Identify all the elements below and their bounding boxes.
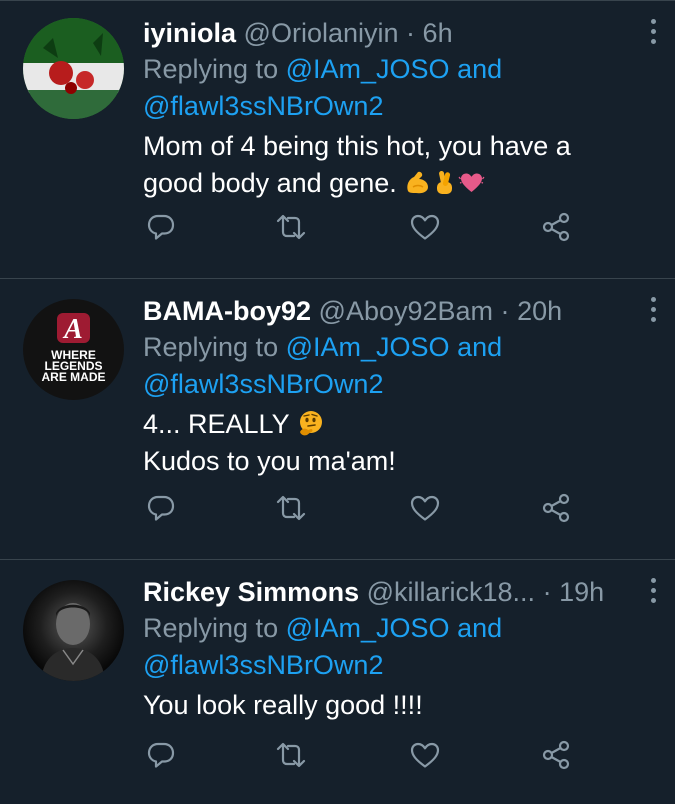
crossed-fingers-emoji bbox=[437, 170, 453, 194]
tweet-text-line: 4... REALLY bbox=[143, 409, 290, 439]
reply-mention-link[interactable]: @flawl3ssNBrOwn2 bbox=[143, 650, 383, 680]
reply-mention-link[interactable]: @IAm_JOSO bbox=[286, 332, 450, 362]
more-options-icon[interactable] bbox=[647, 297, 659, 327]
reply-icon bbox=[147, 495, 175, 521]
tweet-text-line: You look really good !!!! bbox=[143, 690, 423, 720]
share-icon bbox=[542, 740, 570, 770]
like-button[interactable] bbox=[409, 739, 441, 771]
reply-conjunction[interactable]: and bbox=[457, 54, 502, 84]
retweet-button[interactable] bbox=[275, 739, 307, 771]
flexed-biceps-emoji bbox=[407, 171, 429, 194]
replying-to: Replying to @IAm_JOSO and @flawl3ssNBrOw… bbox=[143, 610, 655, 684]
display-name[interactable]: BAMA-boy92 bbox=[143, 296, 311, 326]
avatar-image bbox=[23, 18, 124, 119]
display-name[interactable]: Rickey Simmons bbox=[143, 577, 359, 607]
share-button[interactable] bbox=[540, 492, 572, 524]
separator-dot: · bbox=[542, 577, 552, 607]
share-icon bbox=[542, 493, 570, 523]
tweet[interactable]: A WHERE LEGENDS ARE MADE BAMA-boy92 @Abo… bbox=[0, 279, 675, 560]
reply-conjunction[interactable]: and bbox=[457, 613, 502, 643]
tweet-text: 4... REALLY Kudos to you ma'am! bbox=[143, 406, 655, 480]
reply-mention-link[interactable]: @flawl3ssNBrOwn2 bbox=[143, 91, 383, 121]
more-options-icon[interactable] bbox=[647, 578, 659, 608]
like-button[interactable] bbox=[409, 492, 441, 524]
like-icon bbox=[410, 214, 440, 240]
reply-mention-link[interactable]: @IAm_JOSO bbox=[286, 613, 450, 643]
avatar[interactable] bbox=[23, 18, 124, 119]
like-button[interactable] bbox=[409, 211, 441, 243]
reply-conjunction[interactable]: and bbox=[457, 332, 502, 362]
user-handle[interactable]: @Aboy92Bam bbox=[319, 296, 494, 326]
reply-mention-link[interactable]: @IAm_JOSO bbox=[286, 54, 450, 84]
avatar-text-line: ARE MADE bbox=[41, 370, 105, 384]
thinking-face-emoji bbox=[299, 411, 322, 436]
share-button[interactable] bbox=[540, 739, 572, 771]
separator-dot: · bbox=[500, 296, 510, 326]
retweet-button[interactable] bbox=[275, 492, 307, 524]
reply-mention-link[interactable]: @flawl3ssNBrOwn2 bbox=[143, 369, 383, 399]
avatar-letter: A bbox=[62, 314, 83, 345]
replying-to: Replying to @IAm_JOSO and @flawl3ssNBrOw… bbox=[143, 51, 655, 125]
avatar-image bbox=[23, 580, 124, 681]
retweet-icon bbox=[276, 495, 306, 521]
tweet-text-line: Mom of 4 being this hot, you have a bbox=[143, 131, 571, 161]
retweet-icon bbox=[276, 214, 306, 240]
timestamp[interactable]: 20h bbox=[517, 296, 562, 326]
retweet-icon bbox=[276, 742, 306, 768]
reply-button[interactable] bbox=[145, 211, 177, 243]
replying-to-label: Replying to bbox=[143, 54, 279, 84]
reply-icon bbox=[147, 742, 175, 768]
share-icon bbox=[542, 212, 570, 242]
tweet-text: You look really good !!!! bbox=[143, 687, 655, 724]
display-name[interactable]: iyiniola bbox=[143, 18, 236, 48]
tweet-text: Mom of 4 being this hot, you have a good… bbox=[143, 128, 655, 202]
timestamp[interactable]: 6h bbox=[423, 18, 453, 48]
avatar-image: A WHERE LEGENDS ARE MADE bbox=[23, 299, 124, 400]
beating-heart-emoji bbox=[458, 173, 485, 192]
share-button[interactable] bbox=[540, 211, 572, 243]
more-options-icon[interactable] bbox=[647, 19, 659, 49]
tweet-text-line: good body and gene. bbox=[143, 168, 397, 198]
replying-to-label: Replying to bbox=[143, 613, 279, 643]
user-handle[interactable]: @killarick18... bbox=[367, 577, 535, 607]
like-icon bbox=[410, 495, 440, 521]
reply-button[interactable] bbox=[145, 739, 177, 771]
tweet[interactable]: iyiniola @Oriolaniyin · 6h Replying to @… bbox=[0, 0, 675, 279]
user-handle[interactable]: @Oriolaniyin bbox=[244, 18, 399, 48]
tweet-text-line: Kudos to you ma'am! bbox=[143, 446, 396, 476]
reply-icon bbox=[147, 214, 175, 240]
replying-to-label: Replying to bbox=[143, 332, 279, 362]
separator-dot: · bbox=[406, 18, 416, 48]
replying-to: Replying to @IAm_JOSO and @flawl3ssNBrOw… bbox=[143, 329, 655, 403]
like-icon bbox=[410, 742, 440, 768]
retweet-button[interactable] bbox=[275, 211, 307, 243]
avatar[interactable]: A WHERE LEGENDS ARE MADE bbox=[23, 299, 124, 400]
avatar[interactable] bbox=[23, 580, 124, 681]
timestamp[interactable]: 19h bbox=[559, 577, 604, 607]
tweet[interactable]: Rickey Simmons @killarick18... · 19h Rep… bbox=[0, 560, 675, 804]
reply-button[interactable] bbox=[145, 492, 177, 524]
